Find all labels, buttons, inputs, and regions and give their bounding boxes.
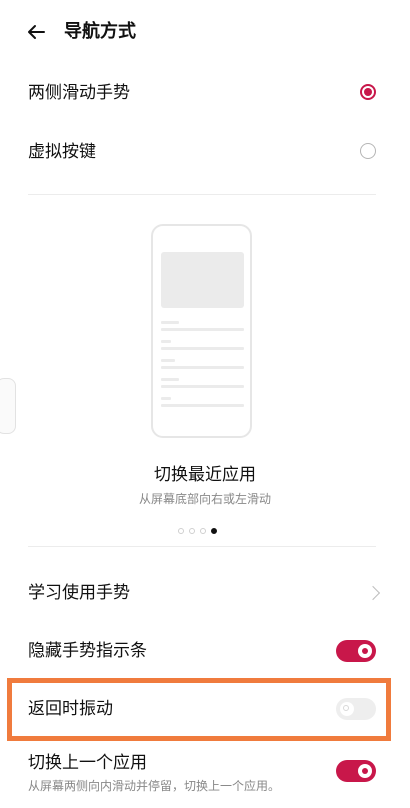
radio-selected-icon[interactable]: [360, 84, 376, 100]
preview-subtitle: 从屏幕底部向右或左滑动: [138, 492, 271, 506]
divider: [28, 546, 376, 547]
header: 导航方式: [0, 0, 410, 64]
return-vibration-label: 返回时振动: [28, 699, 113, 719]
page-title: 导航方式: [64, 21, 136, 42]
phone-line: [161, 378, 179, 381]
phone-line: [161, 340, 171, 343]
switch-previous-toggle[interactable]: [336, 760, 376, 782]
hide-indicator-toggle[interactable]: [336, 640, 376, 662]
switch-previous-row: 切换上一个应用 从屏幕两侧向内滑动并停留，切换上一个应用。: [0, 752, 410, 802]
phone-line: [161, 328, 244, 331]
page-dot-active[interactable]: [211, 527, 217, 534]
chevron-right-icon: [365, 585, 381, 601]
page-indicator[interactable]: [178, 520, 222, 534]
toggle-knob: [358, 764, 372, 778]
phone-line: [161, 359, 175, 362]
phone-line: [161, 397, 171, 400]
phone-illustration: [151, 224, 252, 438]
radio-unselected-icon[interactable]: [360, 143, 376, 159]
switch-previous-description: 从屏幕两侧向内滑动并停留，切换上一个应用。: [28, 779, 281, 793]
phone-screen-block: [161, 252, 244, 308]
page-dot[interactable]: [178, 527, 184, 534]
toggle-knob: [340, 702, 354, 716]
return-vibration-row: 返回时振动: [0, 694, 410, 724]
phone-line: [161, 321, 179, 324]
back-arrow-icon[interactable]: [24, 20, 48, 44]
toggle-knob: [358, 644, 372, 658]
return-vibration-toggle[interactable]: [336, 698, 376, 720]
side-gesture-handle: [0, 378, 16, 434]
divider: [28, 194, 376, 195]
phone-line: [161, 347, 244, 350]
option-gesture[interactable]: 两侧滑动手势: [0, 78, 410, 108]
phone-line: [161, 404, 244, 407]
phone-line: [161, 366, 244, 369]
hide-indicator-label: 隐藏手势指示条: [28, 641, 147, 661]
option-gesture-label: 两侧滑动手势: [28, 83, 130, 103]
switch-previous-label: 切换上一个应用: [28, 753, 147, 773]
learn-gestures-row[interactable]: 学习使用手势: [0, 578, 410, 608]
preview-title: 切换最近应用: [154, 465, 256, 485]
hide-indicator-row: 隐藏手势指示条: [0, 636, 410, 666]
page-dot[interactable]: [200, 527, 206, 534]
option-virtual-keys[interactable]: 虚拟按键: [0, 137, 410, 167]
learn-gestures-label: 学习使用手势: [28, 583, 130, 603]
page-dot[interactable]: [189, 527, 195, 534]
phone-line: [161, 385, 244, 388]
option-virtual-keys-label: 虚拟按键: [28, 142, 96, 162]
